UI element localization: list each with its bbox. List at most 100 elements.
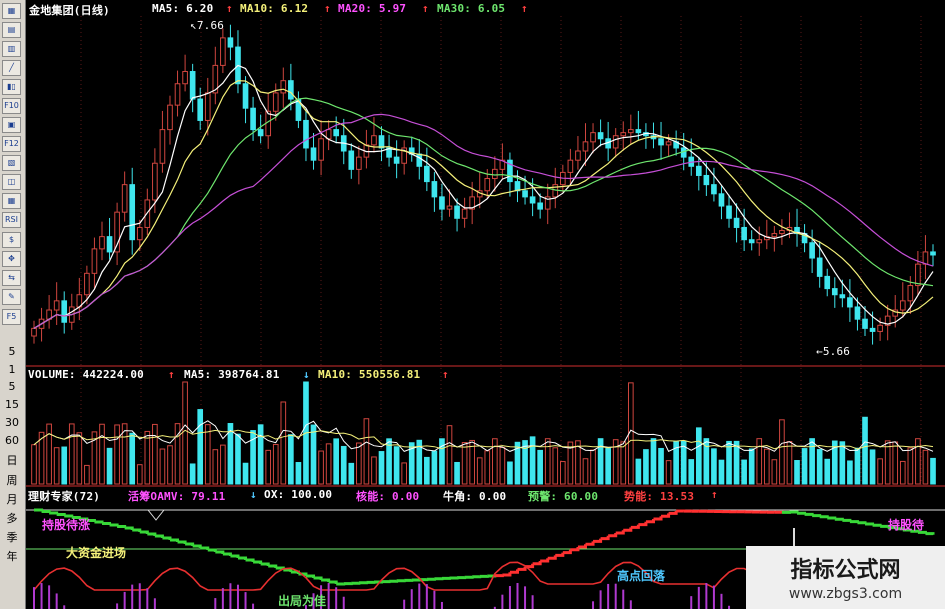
toolbar-button-7[interactable]: ▣ (2, 117, 21, 133)
volume-bar (61, 446, 68, 485)
volume-bar (809, 438, 815, 485)
volume-bar (650, 438, 657, 485)
candle-body (31, 327, 37, 337)
candle-body (869, 327, 876, 332)
vol-ma5-arrow: ↓ (303, 368, 310, 381)
toolbar-button-10[interactable]: ◫ (2, 174, 21, 190)
candle-body (454, 205, 460, 219)
oamv-step (509, 569, 519, 574)
toolbar-button-1[interactable]: ▦ (2, 3, 21, 19)
candle-body (907, 285, 914, 302)
oamv-step (49, 511, 59, 515)
period-11[interactable]: 季 (4, 529, 20, 545)
oamv-step (812, 514, 822, 518)
oamv-step (230, 554, 240, 558)
oamv-step (101, 522, 112, 525)
period-10[interactable]: 多 (4, 510, 20, 526)
oamv-step (283, 568, 293, 572)
toolbar-button-12[interactable]: RSI (2, 212, 21, 228)
volume-bar (529, 436, 536, 485)
indicator-name: 理财专家(72) (28, 490, 101, 503)
toolbar-button-4[interactable]: ╱ (2, 60, 21, 76)
volume-bar (847, 460, 853, 485)
oamv-step (253, 560, 263, 564)
toolbar-button-11[interactable]: ▦ (2, 193, 21, 209)
candle-body (620, 132, 627, 137)
volume-bar (726, 440, 732, 485)
oamv-step (313, 576, 323, 580)
candle-body (152, 162, 158, 201)
period-6[interactable]: 60 (4, 434, 20, 447)
label-hold-wait: 持股待涨 (42, 518, 91, 532)
ma20-line (33, 97, 934, 329)
toolbar-button-13[interactable]: $ (2, 232, 21, 248)
toolbar-button-3[interactable]: ▥ (2, 41, 21, 57)
candle-body (242, 83, 249, 109)
candle-body (61, 300, 68, 323)
label-exit: 出局为佳 (278, 594, 327, 608)
candle-body (711, 184, 717, 195)
volume-bar (658, 447, 664, 485)
candle-body (771, 233, 778, 238)
volume-bar (695, 427, 702, 485)
oamv-step (532, 561, 542, 566)
candle-body (439, 196, 445, 210)
toolbar-button-5[interactable]: ▮▯ (2, 79, 21, 95)
period-8[interactable]: 周 (4, 472, 20, 488)
oamv-step (562, 549, 572, 555)
period-4[interactable]: 15 (4, 398, 20, 411)
volume-bar (84, 464, 90, 485)
ma20-readout: MA20: 5.97 (338, 2, 407, 15)
volume-bar (235, 433, 241, 485)
toolbar-button-17[interactable]: F5 (2, 309, 21, 325)
volume-bar (733, 440, 740, 485)
oamv-step (41, 510, 51, 513)
toolbar-button-6[interactable]: F10 (2, 98, 21, 114)
volume-bar (869, 449, 876, 485)
toolbar-button-15[interactable]: ⇆ (2, 270, 21, 286)
candle-body (303, 119, 309, 149)
ma10-arrow: ↑ (324, 2, 331, 15)
toolbar-button-16[interactable]: ✎ (2, 289, 21, 305)
toolbar-button-9[interactable]: ▧ (2, 155, 21, 171)
left-toolbar: ▦ ▤ ▥ ╱ ▮▯ F10 ▣ F12 ▧ ◫ ▦ RSI $ ✥ ⇆ ✎ F5 5 1 5 15 30 60 日周月多季年 (0, 0, 26, 609)
toolbar-button-14[interactable]: ✥ (2, 251, 21, 267)
oamv-step (638, 521, 648, 527)
period-12[interactable]: 年 (4, 548, 20, 564)
toolbar-button-8[interactable]: F12 (2, 136, 21, 152)
candle-body (446, 205, 453, 210)
period-5[interactable]: 30 (4, 416, 20, 429)
period-7[interactable]: 日 (4, 452, 20, 468)
candle-body (635, 129, 642, 134)
vol-ma10-readout: MA10: 550556.81 (318, 368, 421, 381)
oamv-step (34, 508, 44, 512)
candle-body (899, 300, 906, 311)
oamv-step (547, 555, 557, 560)
candle-body (424, 165, 430, 183)
candle-body (220, 37, 226, 66)
candle-body (816, 257, 823, 277)
period-2[interactable]: 1 (4, 363, 20, 376)
stock-chart (26, 16, 945, 609)
candle-body (129, 184, 136, 241)
toolbar-button-2[interactable]: ▤ (2, 22, 21, 38)
oamv-step (185, 542, 195, 546)
period-9[interactable]: 月 (4, 491, 20, 507)
volume-bar (922, 449, 929, 485)
volume-bar (114, 424, 120, 485)
candle-body (590, 132, 596, 143)
volume-bar (31, 444, 37, 485)
candle-body (182, 71, 188, 85)
oamv-step (880, 524, 890, 528)
bull-readout: 牛角: 0.00 (443, 490, 507, 503)
period-1[interactable]: 5 (4, 345, 20, 358)
oamv-step (517, 566, 527, 571)
volume-bar (53, 447, 60, 485)
volume-bar (68, 423, 75, 485)
volume-bar (182, 381, 188, 485)
oamv-step (585, 541, 595, 546)
volume-bar (288, 434, 294, 485)
oamv-step (147, 532, 157, 536)
oamv-step (215, 550, 225, 554)
period-3[interactable]: 5 (4, 380, 20, 393)
